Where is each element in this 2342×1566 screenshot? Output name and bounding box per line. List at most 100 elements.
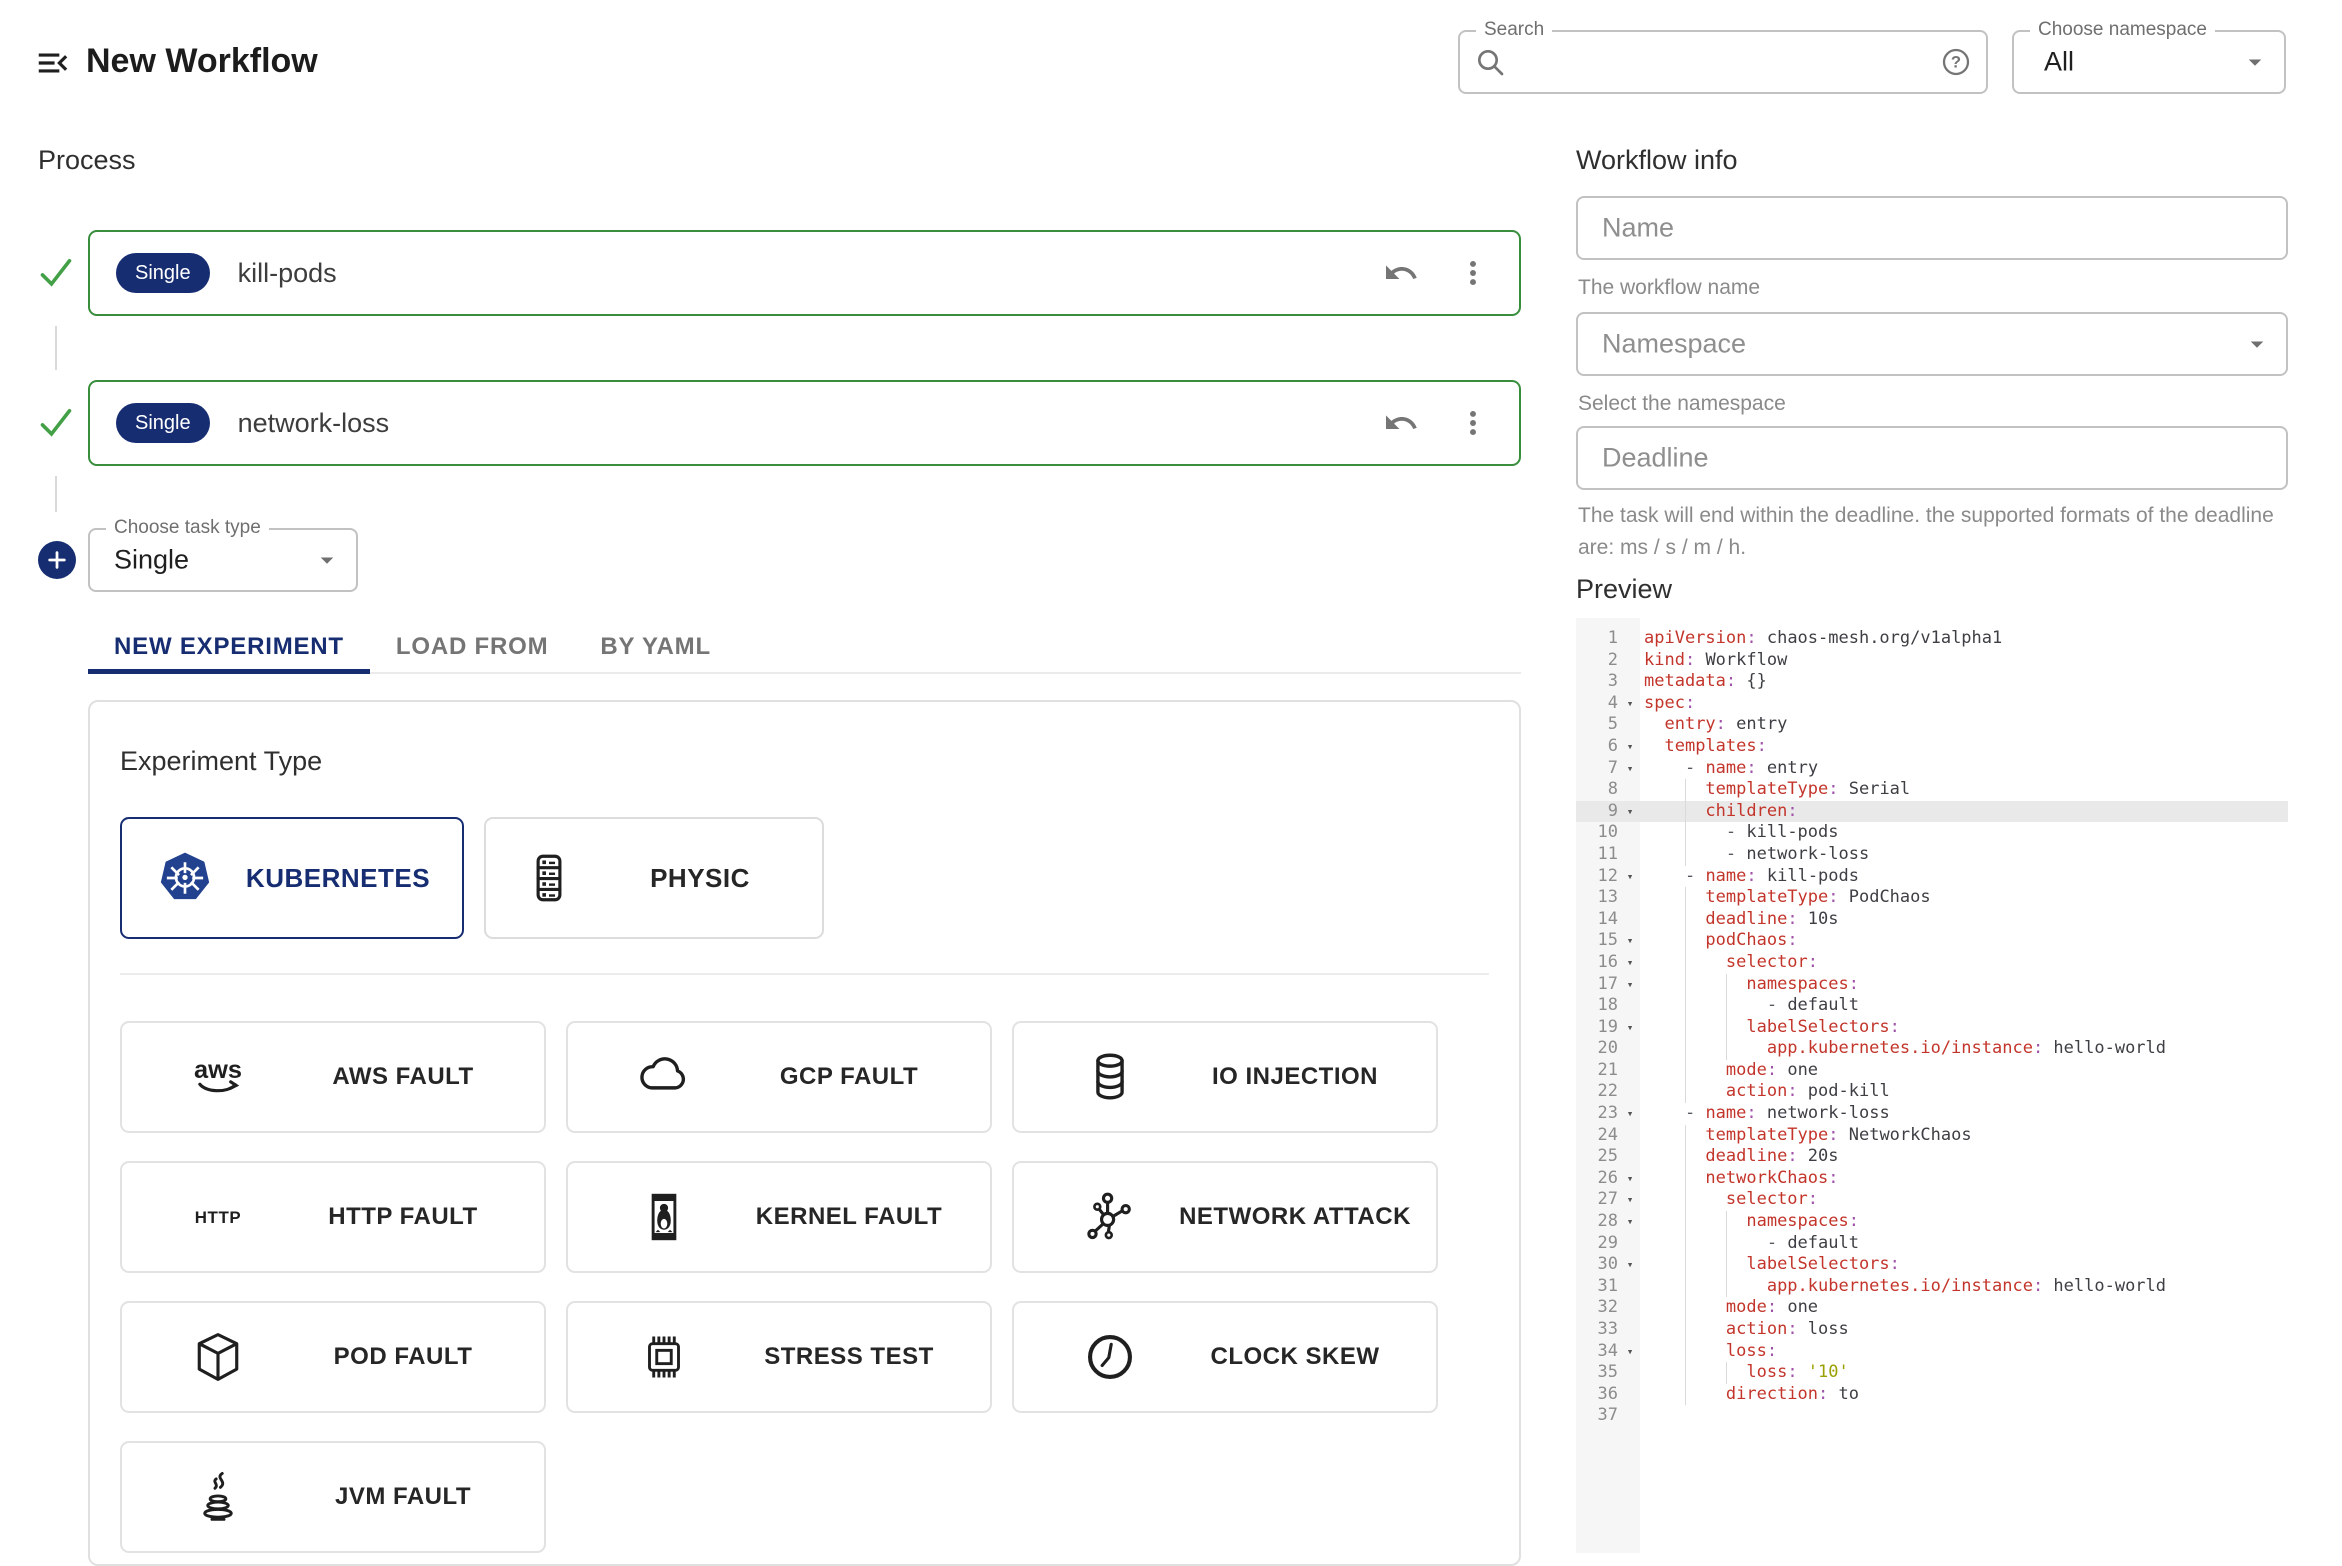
fold-arrow-icon[interactable]: ▾ <box>1620 930 1640 952</box>
fold-arrow-icon[interactable]: ▾ <box>1620 1168 1640 1190</box>
line-number[interactable]: 37 <box>1576 1405 1618 1427</box>
line-number[interactable]: 5 <box>1576 714 1618 736</box>
line-number[interactable]: 28 <box>1576 1211 1618 1233</box>
line-number[interactable]: 17 <box>1576 974 1618 996</box>
code-text: selector: <box>1642 952 2288 974</box>
fault-card-stress[interactable]: STRESS TEST <box>566 1301 992 1413</box>
code-text: spec: <box>1642 693 2288 715</box>
workflow-name-helper: The workflow name <box>1578 272 1760 304</box>
fault-card-jvm[interactable]: JVM FAULT <box>120 1441 546 1553</box>
code-line: 16 ▾ selector: <box>1576 952 2288 974</box>
workflow-deadline-placeholder: Deadline <box>1602 443 1709 474</box>
workflow-name-placeholder: Name <box>1602 213 1674 244</box>
workflow-namespace-select[interactable]: Namespace <box>1576 312 2288 376</box>
line-number[interactable]: 8 <box>1576 779 1618 801</box>
line-number[interactable]: 12 <box>1576 866 1618 888</box>
line-number[interactable]: 15 <box>1576 930 1618 952</box>
task-connector-line <box>38 466 1521 522</box>
line-number[interactable]: 11 <box>1576 844 1618 866</box>
line-number[interactable]: 29 <box>1576 1233 1618 1255</box>
code-line: 4 ▾ spec: <box>1576 693 2288 715</box>
tab-new-experiment[interactable]: NEW EXPERIMENT <box>88 622 370 672</box>
experiment-type-kubernetes[interactable]: KUBERNETES <box>120 817 464 939</box>
line-number[interactable]: 18 <box>1576 995 1618 1017</box>
line-number[interactable]: 32 <box>1576 1297 1618 1319</box>
fold-arrow-icon[interactable]: ▾ <box>1620 1103 1640 1125</box>
line-number[interactable]: 30 <box>1576 1254 1618 1276</box>
http-icon <box>189 1188 247 1246</box>
line-number[interactable]: 26 <box>1576 1168 1618 1190</box>
line-number[interactable]: 23 <box>1576 1103 1618 1125</box>
code-line: 19 ▾ labelSelectors: <box>1576 1017 2288 1039</box>
line-number[interactable]: 3 <box>1576 671 1618 693</box>
workflow-process-area: Single kill-pods Single network-loss <box>38 230 1521 1566</box>
line-number[interactable]: 24 <box>1576 1125 1618 1147</box>
fold-arrow-icon[interactable]: ▾ <box>1620 1254 1640 1276</box>
line-number[interactable]: 21 <box>1576 1060 1618 1082</box>
fold-arrow-icon[interactable]: ▾ <box>1620 1189 1640 1211</box>
line-number[interactable]: 19 <box>1576 1017 1618 1039</box>
fold-arrow-icon[interactable]: ▾ <box>1620 1341 1640 1363</box>
fold-arrow-icon[interactable]: ▾ <box>1620 974 1640 996</box>
line-number[interactable]: 34 <box>1576 1341 1618 1363</box>
tab-by-yaml[interactable]: BY YAML <box>574 622 737 672</box>
fault-kind-label: NETWORK ATTACK <box>1154 1203 1436 1231</box>
fold-arrow-icon[interactable]: ▾ <box>1620 866 1640 888</box>
workflow-name-field[interactable]: Name <box>1576 196 2288 260</box>
fault-card-clock[interactable]: CLOCK SKEW <box>1012 1301 1438 1413</box>
undo-task-button[interactable] <box>1381 253 1421 293</box>
fold-arrow-icon[interactable]: ▾ <box>1620 758 1640 780</box>
line-number[interactable]: 25 <box>1576 1146 1618 1168</box>
sidebar-toggle-button[interactable] <box>34 44 74 84</box>
line-number[interactable]: 14 <box>1576 909 1618 931</box>
fault-card-io[interactable]: IO INJECTION <box>1012 1021 1438 1133</box>
tab-load-from[interactable]: LOAD FROM <box>370 622 575 672</box>
line-number[interactable]: 35 <box>1576 1362 1618 1384</box>
fold-arrow-icon[interactable]: ▾ <box>1620 952 1640 974</box>
fault-card-http[interactable]: HTTP FAULT <box>120 1161 546 1273</box>
fault-card-gcp[interactable]: GCP FAULT <box>566 1021 992 1133</box>
code-text: labelSelectors: <box>1642 1017 2288 1039</box>
line-number[interactable]: 9 <box>1576 801 1618 823</box>
task-type-select[interactable]: Choose task type Single <box>88 528 358 592</box>
stress-icon <box>635 1328 693 1386</box>
aws-icon <box>189 1048 247 1106</box>
line-number[interactable]: 7 <box>1576 758 1618 780</box>
task-card[interactable]: Single kill-pods <box>88 230 1521 316</box>
fold-arrow-icon[interactable]: ▾ <box>1620 693 1640 715</box>
line-number[interactable]: 22 <box>1576 1081 1618 1103</box>
task-card[interactable]: Single network-loss <box>88 380 1521 466</box>
fault-card-network[interactable]: NETWORK ATTACK <box>1012 1161 1438 1273</box>
task-menu-button[interactable] <box>1453 403 1493 443</box>
undo-icon <box>1383 405 1419 441</box>
preview-heading: Preview <box>1576 574 1672 605</box>
line-number[interactable]: 6 <box>1576 736 1618 758</box>
code-line: 18 - default <box>1576 995 2288 1017</box>
line-number[interactable]: 20 <box>1576 1038 1618 1060</box>
line-number[interactable]: 2 <box>1576 650 1618 672</box>
fold-arrow-icon[interactable]: ▾ <box>1620 736 1640 758</box>
fold-arrow-icon[interactable]: ▾ <box>1620 1017 1640 1039</box>
task-menu-button[interactable] <box>1453 253 1493 293</box>
line-number[interactable]: 36 <box>1576 1384 1618 1406</box>
fault-card-aws[interactable]: AWS FAULT <box>120 1021 546 1133</box>
code-text: entry: entry <box>1642 714 2288 736</box>
line-number[interactable]: 10 <box>1576 822 1618 844</box>
line-number[interactable]: 4 <box>1576 693 1618 715</box>
line-number[interactable]: 33 <box>1576 1319 1618 1341</box>
experiment-type-physic[interactable]: PHYSIC <box>484 817 824 939</box>
undo-task-button[interactable] <box>1381 403 1421 443</box>
line-number[interactable]: 1 <box>1576 628 1618 650</box>
workflow-deadline-field[interactable]: Deadline <box>1576 426 2288 490</box>
line-number[interactable]: 13 <box>1576 887 1618 909</box>
fold-arrow-icon[interactable]: ▾ <box>1620 801 1640 823</box>
line-number[interactable]: 16 <box>1576 952 1618 974</box>
code-line: 23 ▾ - name: network-loss <box>1576 1103 2288 1125</box>
fault-card-pod[interactable]: POD FAULT <box>120 1301 546 1413</box>
add-task-button[interactable] <box>38 541 76 579</box>
yaml-preview-editor[interactable]: 1 apiVersion: chaos-mesh.org/v1alpha1 2 … <box>1576 618 2288 1553</box>
fault-card-kernel[interactable]: KERNEL FAULT <box>566 1161 992 1273</box>
line-number[interactable]: 27 <box>1576 1189 1618 1211</box>
line-number[interactable]: 31 <box>1576 1276 1618 1298</box>
fold-arrow-icon[interactable]: ▾ <box>1620 1211 1640 1233</box>
